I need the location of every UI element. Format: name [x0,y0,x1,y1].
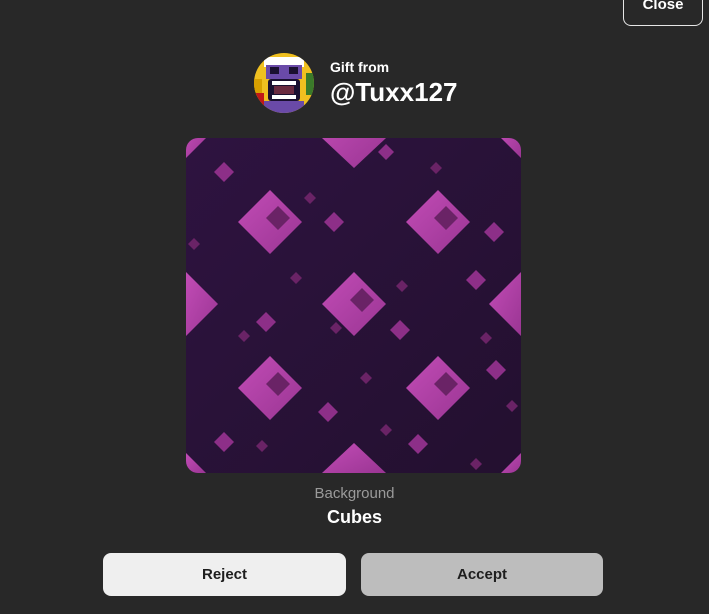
avatar [254,53,314,113]
gift-text: Gift from @Tuxx127 [330,59,458,107]
avatar-image [254,53,314,113]
item-name: Cubes [326,507,382,527]
reject-button[interactable]: Reject [103,553,346,596]
gift-dialog: Close Gift from @Tuxx127 Background Cube… [0,0,709,614]
gift-from-label: Gift from [330,59,390,75]
gift-username: @Tuxx127 [330,77,458,107]
accept-button[interactable]: Accept [361,553,603,596]
gift-header: Gift from @Tuxx127 [254,52,458,114]
item-preview-image [186,138,521,473]
item-type-label: Background [314,485,395,502]
close-button[interactable]: Close [623,0,703,26]
